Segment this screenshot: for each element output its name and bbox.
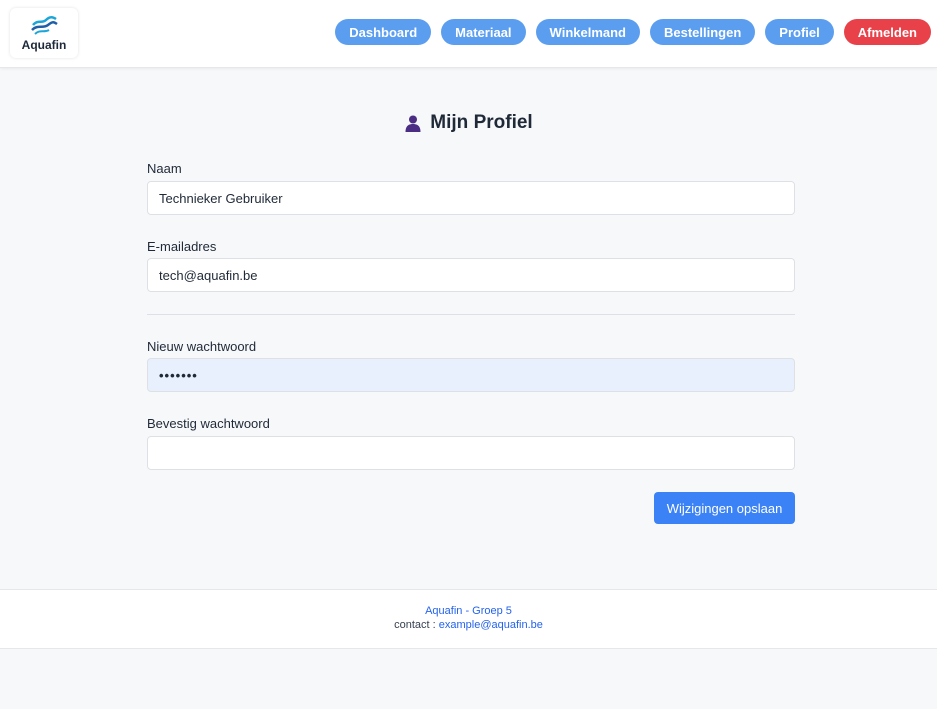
new-password-label: Nieuw wachtwoord	[147, 339, 257, 354]
aquafin-wave-icon	[31, 16, 58, 35]
name-label: Naam	[147, 161, 182, 176]
brand-name: Aquafin	[21, 38, 67, 52]
page-title: Mijn Profiel	[430, 112, 533, 133]
footer-contact-email-link[interactable]: example@aquafin.be	[439, 619, 543, 631]
new-password-input[interactable]: •••••••	[147, 358, 795, 392]
page-title-row: Mijn Profiel	[0, 112, 937, 134]
confirm-password-label: Bevestig wachtwoord	[147, 416, 270, 431]
name-input[interactable]: Technieker Gebruiker	[147, 181, 795, 215]
page-footer: Aquafin - Groep 5 contact : example@aqua…	[0, 589, 937, 649]
nav-materiaal-button[interactable]: Materiaal	[441, 19, 526, 45]
nav-winkelmand-button[interactable]: Winkelmand	[535, 19, 640, 45]
top-header: Aquafin Dashboard Materiaal Winkelmand B…	[0, 0, 937, 68]
confirm-password-input[interactable]	[147, 436, 795, 470]
nav-profiel-button[interactable]: Profiel	[765, 19, 834, 45]
form-divider	[147, 314, 795, 315]
save-changes-button[interactable]: Wijzigingen opslaan	[654, 492, 795, 524]
nav-bestellingen-button[interactable]: Bestellingen	[650, 19, 756, 45]
footer-contact: contact : example@aquafin.be	[0, 619, 937, 631]
user-icon	[405, 115, 421, 132]
nav-dashboard-button[interactable]: Dashboard	[335, 19, 432, 45]
footer-contact-prefix: contact :	[394, 619, 436, 631]
logout-button[interactable]: Afmelden	[843, 19, 931, 45]
footer-title: Aquafin - Groep 5	[425, 605, 512, 617]
email-label: E-mailadres	[147, 239, 217, 254]
main-nav: Dashboard Materiaal Winkelmand Bestellin…	[335, 19, 931, 45]
email-input[interactable]: tech@aquafin.be	[147, 258, 795, 292]
brand-logo[interactable]: Aquafin	[10, 8, 78, 58]
